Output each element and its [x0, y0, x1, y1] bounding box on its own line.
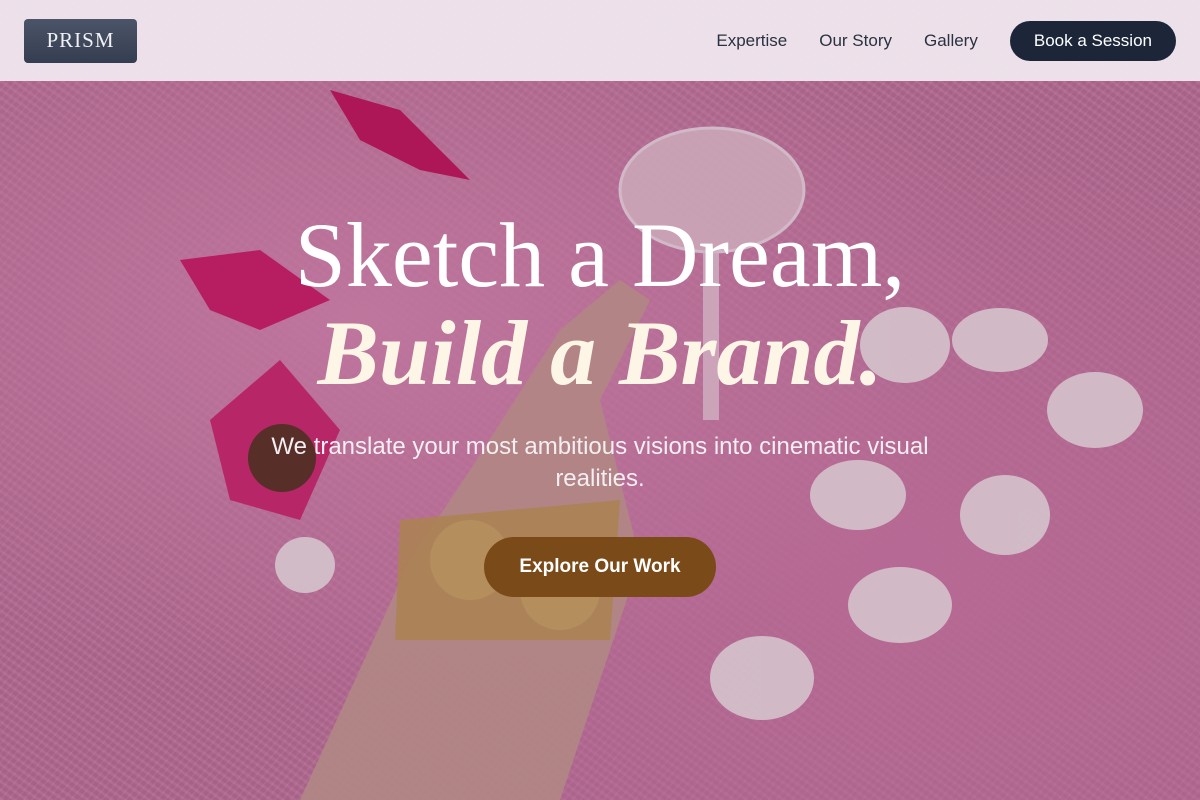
- hero-headline: Sketch a Dream, Build a Brand.: [0, 205, 1200, 401]
- headline-line-2: Build a Brand.: [317, 302, 883, 404]
- hero-subtitle: We translate your most ambitious visions…: [271, 433, 929, 492]
- top-navigation-bar: PRISM Expertise Our Story Gallery Book a…: [0, 0, 1200, 81]
- hero-section: Sketch a Dream, Build a Brand. We transl…: [0, 205, 1200, 597]
- nav-link-gallery[interactable]: Gallery: [924, 31, 978, 51]
- nav-menu: Expertise Our Story Gallery Book a Sessi…: [716, 20, 1176, 61]
- nav-link-our-story[interactable]: Our Story: [819, 31, 892, 51]
- explore-work-button[interactable]: Explore Our Work: [484, 537, 716, 597]
- book-session-button[interactable]: Book a Session: [1009, 20, 1176, 61]
- brand-logo[interactable]: PRISM: [24, 18, 137, 63]
- nav-link-expertise[interactable]: Expertise: [716, 31, 787, 51]
- headline-line-1: Sketch a Dream,: [294, 204, 906, 306]
